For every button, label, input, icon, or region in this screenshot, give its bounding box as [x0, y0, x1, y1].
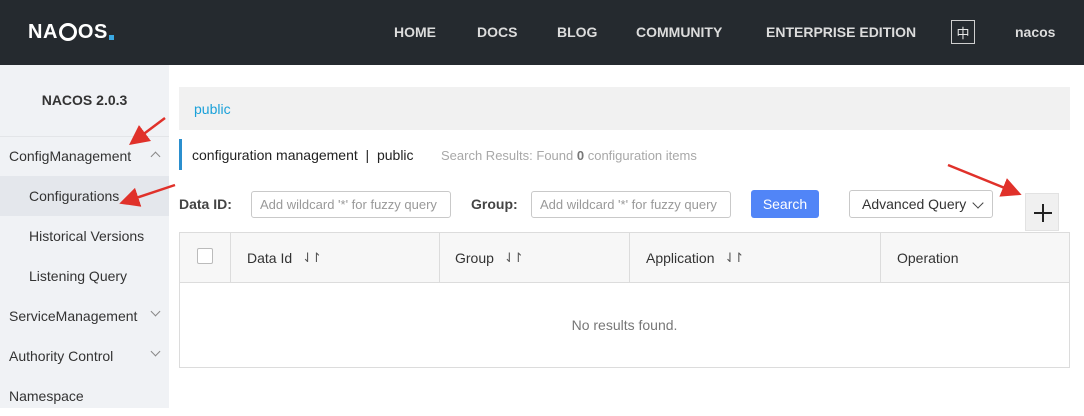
nav-community[interactable]: COMMUNITY [636, 24, 722, 40]
dataid-label: Data ID: [179, 196, 232, 212]
column-label: Application [646, 250, 715, 266]
chevron-down-icon [150, 346, 161, 357]
arrow-to-add-button-icon [947, 163, 1022, 197]
nav-home[interactable]: HOME [394, 24, 436, 40]
table-header: Data Id ⇃↾ Group ⇃↾ Application ⇃↾ Opera… [180, 233, 1069, 283]
nacos-logo[interactable]: NA OS [28, 20, 114, 44]
results-suffix: configuration items [587, 148, 697, 163]
sidebar-item-namespace[interactable]: Namespace [0, 376, 169, 416]
group-label: Group: [471, 196, 518, 212]
column-operation: Operation [880, 233, 1069, 283]
config-table: Data Id ⇃↾ Group ⇃↾ Application ⇃↾ Opera… [179, 232, 1070, 368]
user-menu[interactable]: nacos [1015, 24, 1055, 40]
column-label: Data Id [247, 250, 293, 266]
language-toggle-button[interactable]: 中 [951, 20, 975, 44]
title-accent-bar [179, 139, 182, 170]
chevron-up-icon [150, 151, 161, 162]
empty-state-text: No results found. [571, 317, 678, 333]
sidebar-item-servicemanagement[interactable]: ServiceManagement [0, 296, 169, 336]
version-label: NACOS 2.0.3 [41, 92, 128, 108]
sidebar-item-label: ServiceManagement [9, 308, 138, 324]
select-all-cell [180, 233, 230, 283]
logo-dot-icon [108, 34, 114, 40]
nav-enterprise-edition[interactable]: ENTERPRISE EDITION [766, 24, 916, 40]
add-configuration-button[interactable] [1025, 193, 1059, 231]
sort-icon[interactable]: ⇃↾ [302, 250, 322, 266]
column-data-id[interactable]: Data Id ⇃↾ [230, 233, 439, 283]
search-button[interactable]: Search [751, 190, 819, 218]
column-application[interactable]: Application ⇃↾ [629, 233, 880, 283]
sort-icon[interactable]: ⇃↾ [504, 250, 524, 266]
results-count: 0 [576, 148, 585, 163]
sidebar-item-historical-versions[interactable]: Historical Versions [0, 216, 169, 256]
logo-text-right: OS [77, 20, 108, 43]
namespace-bar: public [179, 87, 1070, 130]
sidebar-item-label: Historical Versions [29, 228, 145, 244]
select-all-checkbox[interactable] [197, 248, 213, 264]
advanced-query-label: Advanced Query [862, 196, 967, 212]
page-title: configuration management | public [192, 147, 414, 163]
sidebar-item-configurations[interactable]: Configurations [0, 176, 169, 216]
namespace-tab-public[interactable]: public [194, 101, 231, 117]
chevron-down-icon [150, 306, 161, 317]
top-navbar: NA OS HOME DOCS BLOG COMMUNITY ENTERPRISE… [0, 0, 1084, 65]
sort-icon[interactable]: ⇃↾ [725, 250, 745, 266]
sidebar-item-authority-control[interactable]: Authority Control [0, 336, 169, 376]
sidebar-item-listening-query[interactable]: Listening Query [0, 256, 169, 296]
group-input[interactable]: Add wildcard '*' for fuzzy query [531, 191, 731, 218]
results-prefix: Search Results: Found [441, 148, 574, 163]
sidebar-item-label: ConfigManagement [9, 148, 132, 164]
dataid-input[interactable]: Add wildcard '*' for fuzzy query [251, 191, 451, 218]
column-label: Group [455, 250, 494, 266]
sidebar-item-label: Namespace [9, 388, 84, 404]
chevron-down-icon [972, 197, 984, 209]
sidebar-item-label: Authority Control [9, 348, 114, 364]
column-label: Operation [897, 250, 959, 266]
advanced-query-button[interactable]: Advanced Query [849, 190, 993, 218]
column-group[interactable]: Group ⇃↾ [439, 233, 629, 283]
search-results-summary: Search Results: Found 0 configuration it… [441, 148, 697, 163]
sidebar-item-label: Listening Query [29, 268, 128, 284]
sidebar-item-configmanagement[interactable]: ConfigManagement [0, 136, 169, 176]
nav-docs[interactable]: DOCS [477, 24, 517, 40]
nav-blog[interactable]: BLOG [557, 24, 597, 40]
logo-c-ring-icon [58, 23, 77, 41]
logo-text-left: NA [28, 20, 58, 43]
plus-icon-vertical [1042, 204, 1044, 222]
sidebar: NACOS 2.0.3 ConfigManagement Configurati… [0, 65, 169, 408]
sidebar-item-label: Configurations [29, 188, 120, 204]
